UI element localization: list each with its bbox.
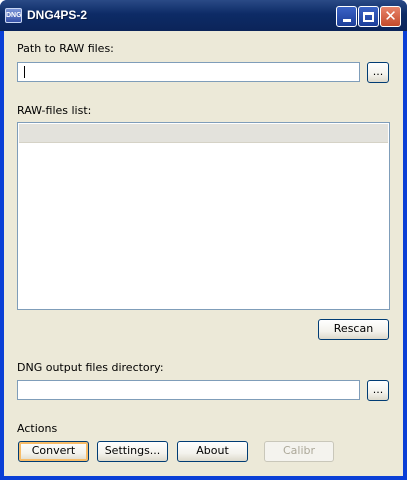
close-button[interactable]: ✕ (380, 6, 401, 27)
dng-output-browse-button[interactable]: ... (367, 380, 389, 401)
calibr-button: Calibr (264, 441, 334, 462)
window-bottom-border (0, 476, 407, 480)
convert-button[interactable]: Convert (18, 441, 89, 462)
raw-files-list[interactable] (17, 122, 390, 310)
app-window: DNG DNG4PS-2 ✕ Path to RAW files: ... RA… (0, 0, 407, 480)
dng-app-icon: DNG (5, 8, 22, 23)
window-title: DNG4PS-2 (27, 8, 88, 22)
close-icon: ✕ (384, 7, 397, 25)
dialog-client-area: Path to RAW files: ... RAW-files list: R… (4, 31, 403, 476)
minimize-icon (342, 19, 351, 22)
actions-label: Actions (17, 422, 58, 435)
maximize-button[interactable] (358, 6, 379, 27)
raw-path-input[interactable] (17, 62, 360, 82)
dng-output-dir-label: DNG output files directory: (17, 361, 164, 374)
maximize-icon (363, 11, 374, 22)
raw-path-label: Path to RAW files: (17, 42, 114, 55)
raw-path-browse-button[interactable]: ... (367, 62, 389, 83)
about-button[interactable]: About (177, 441, 248, 462)
title-bar[interactable]: DNG DNG4PS-2 ✕ (0, 0, 407, 31)
rescan-button[interactable]: Rescan (318, 319, 389, 340)
text-caret (24, 66, 25, 78)
dng-output-dir-input[interactable] (17, 380, 360, 400)
list-column-header[interactable] (19, 124, 388, 143)
minimize-button[interactable] (336, 6, 357, 27)
settings-button[interactable]: Settings... (97, 441, 168, 462)
raw-files-list-label: RAW-files list: (17, 104, 92, 117)
